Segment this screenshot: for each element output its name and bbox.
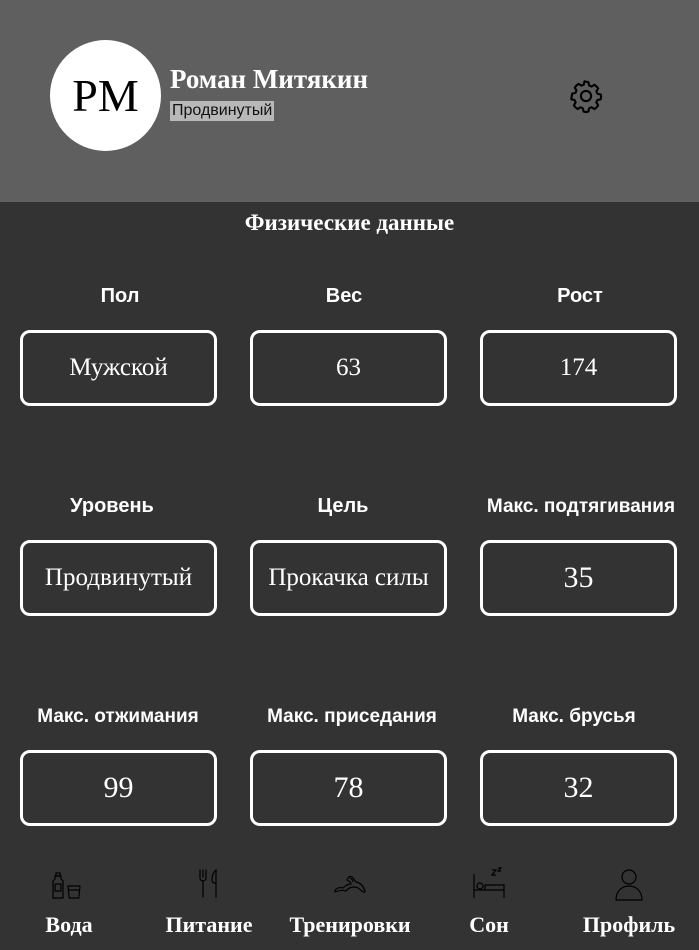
- field-level[interactable]: Продвинутый: [20, 540, 217, 616]
- muscle-arm-icon: [334, 875, 366, 893]
- nav-label-water: Вода: [45, 912, 93, 937]
- field-max-pushups[interactable]: 99: [20, 750, 217, 826]
- nav-item-profile[interactable]: Профиль: [559, 866, 699, 946]
- section-title: Физические данные: [244, 210, 455, 235]
- nav-label-profile: Профиль: [582, 912, 676, 937]
- settings-button[interactable]: [568, 78, 604, 114]
- field-max-pullups[interactable]: 35: [480, 540, 677, 616]
- field-label-max-pushups: Макс. отжимания: [37, 706, 199, 727]
- nav-label-nutrition: Питание: [165, 912, 253, 937]
- field-max-squats[interactable]: 78: [250, 750, 447, 826]
- avatar-initials: PM: [72, 70, 139, 121]
- field-label-max-pullups: Макс. подтягивания: [486, 496, 676, 517]
- nav-label-workouts: Тренировки: [289, 912, 411, 937]
- nav-item-nutrition[interactable]: Питание: [139, 866, 279, 946]
- user-name: Роман Митякин: [170, 64, 369, 94]
- water-icon: [52, 872, 81, 899]
- profile-header: PM Роман Митякин Продвинутый: [0, 0, 699, 202]
- field-label-max-dips: Макс. брусья: [512, 706, 636, 727]
- field-weight[interactable]: 63: [250, 330, 447, 406]
- nav-item-sleep[interactable]: Сон: [419, 866, 559, 946]
- field-height[interactable]: 174: [480, 330, 677, 406]
- nav-item-water[interactable]: Вода: [0, 866, 139, 946]
- avatar: PM: [50, 40, 161, 151]
- cutlery-icon: [199, 868, 217, 898]
- field-label-goal: Цель: [317, 495, 369, 517]
- field-label-height: Рост: [557, 285, 603, 307]
- nav-item-workouts[interactable]: Тренировки: [280, 866, 420, 946]
- field-max-dips[interactable]: 32: [480, 750, 677, 826]
- field-goal[interactable]: Прокачка силы: [250, 540, 447, 616]
- user-level-badge: Продвинутый: [170, 101, 275, 121]
- bed-icon: [473, 867, 505, 898]
- nav-label-sleep: Сон: [469, 912, 509, 937]
- field-label-max-squats: Макс. приседания: [267, 706, 437, 727]
- gear-icon: [570, 80, 603, 114]
- field-label-level: Уровень: [70, 495, 154, 517]
- field-gender[interactable]: Мужской: [20, 330, 217, 406]
- field-label-weight: Вес: [325, 285, 363, 307]
- field-label-gender: Пол: [100, 285, 140, 307]
- user-icon: [615, 869, 643, 901]
